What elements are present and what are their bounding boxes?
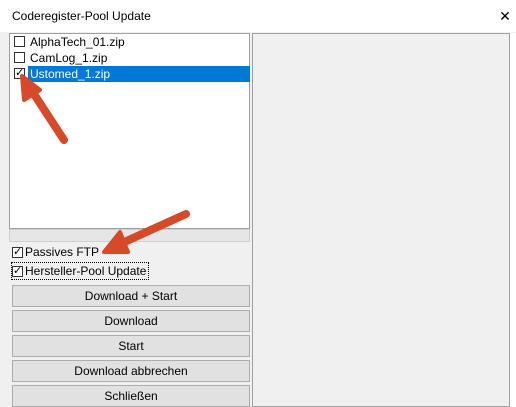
close-icon[interactable]: ✕ [494,0,516,32]
file-label: CamLog_1.zip [30,51,108,65]
window-title: Coderegister-Pool Update [12,9,151,23]
preview-edge [510,33,516,407]
start-button[interactable]: Start [12,335,250,357]
file-checkbox[interactable] [14,36,25,47]
update-window: Coderegister-Pool Update ✕ AlphaTech_01.… [0,0,516,407]
file-checkbox[interactable] [14,52,25,63]
file-label: Ustomed_1.zip [28,66,250,82]
download-button[interactable]: Download [12,310,250,332]
file-label: AlphaTech_01.zip [30,35,125,49]
passive-ftp-label: Passives FTP [25,245,100,259]
close-button[interactable]: Schließen [12,385,250,407]
manufacturer-pool-checkbox[interactable] [12,264,23,277]
download-cancel-button[interactable]: Download abbrechen [12,360,250,382]
manufacturer-pool-option[interactable]: Hersteller-Pool Update [10,262,150,280]
file-item-ustomed[interactable]: Ustomed_1.zip [10,66,250,82]
manufacturer-pool-label: Hersteller-Pool Update [25,264,147,278]
file-checkbox[interactable] [14,66,25,79]
passive-ftp-option[interactable]: Passives FTP [12,244,99,260]
preview-panel [252,33,510,407]
download-start-button[interactable]: Download + Start [12,285,250,307]
file-item-alphatech[interactable]: AlphaTech_01.zip [10,34,249,50]
passive-ftp-checkbox[interactable] [12,245,23,258]
file-list[interactable]: AlphaTech_01.zip CamLog_1.zip Ustomed_1.… [9,33,250,229]
horizontal-scrollbar[interactable] [9,229,250,242]
file-item-camlog[interactable]: CamLog_1.zip [10,50,249,66]
title-bar: Coderegister-Pool Update ✕ [0,0,516,32]
